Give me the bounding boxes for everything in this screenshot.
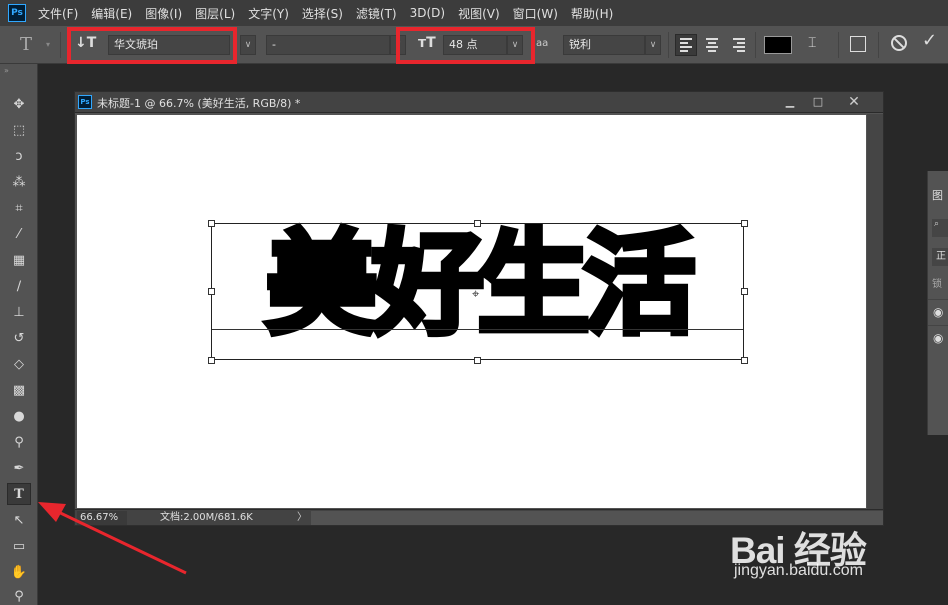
baidu-watermark: Bai 经验 jingyan.baidu.com (730, 498, 940, 598)
watermark-url: jingyan.baidu.com (734, 562, 863, 579)
photoshop-window: Ps 文件(F) 编辑(E) 图像(I) 图层(L) 文字(Y) 选择(S) 滤… (0, 0, 948, 605)
